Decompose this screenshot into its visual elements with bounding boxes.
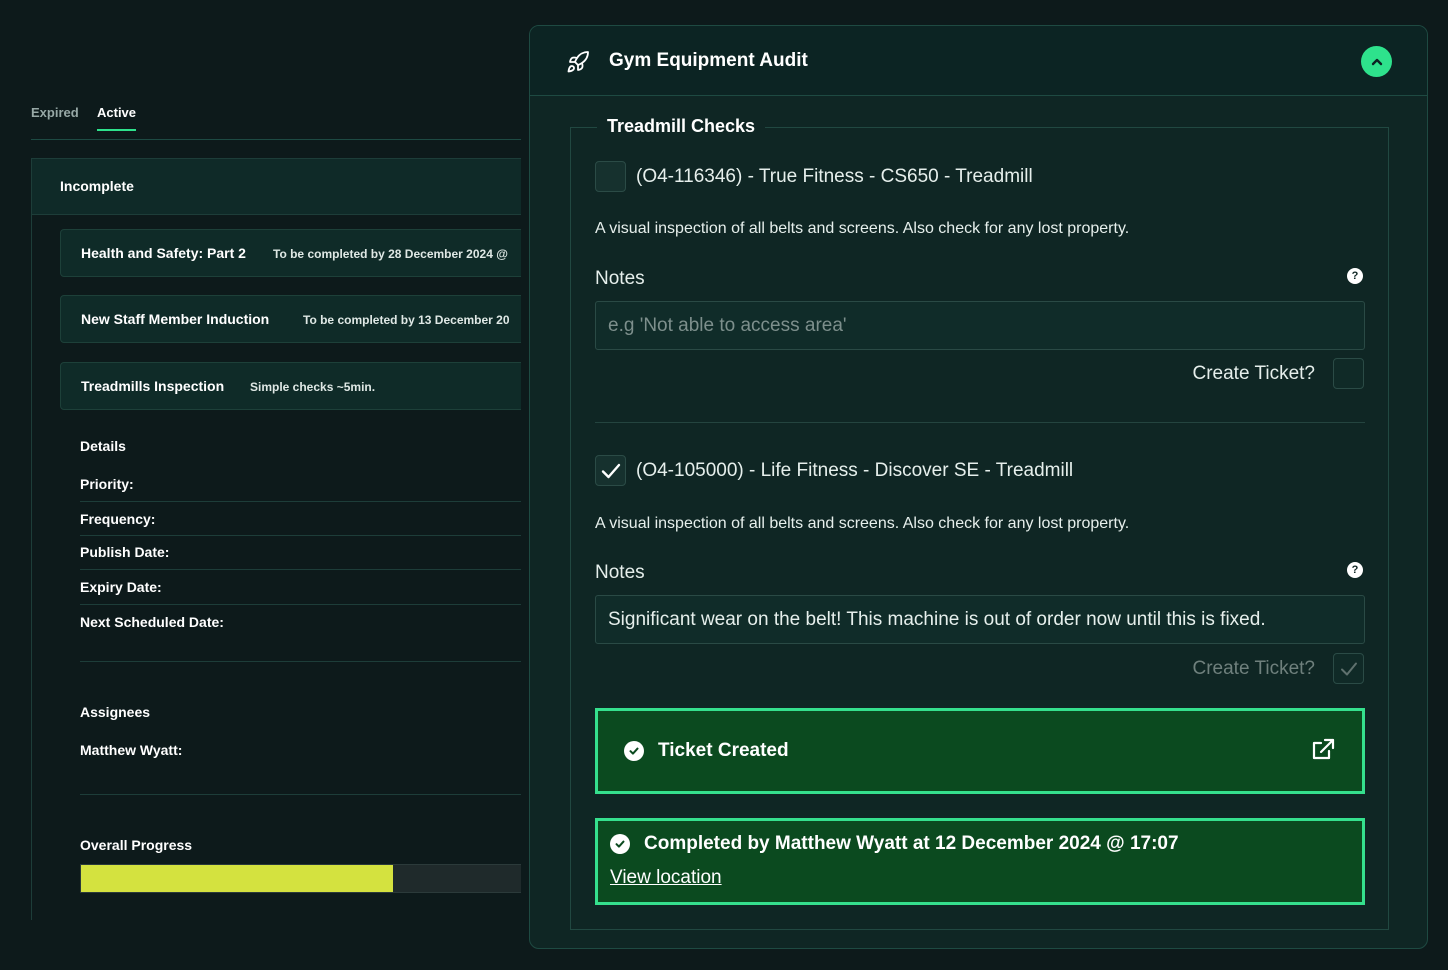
details-heading: Details	[80, 438, 126, 454]
check-item: (O4-105000) - Life Fitness - Discover SE…	[595, 455, 1073, 486]
task-title: New Staff Member Induction	[81, 311, 270, 327]
create-ticket-row: Create Ticket?	[1192, 358, 1364, 389]
task-title: Health and Safety: Part 2	[81, 245, 246, 261]
audit-title: Gym Equipment Audit	[609, 50, 808, 71]
divider	[80, 604, 521, 605]
treadmill-checks-section: Treadmill Checks (O4-116346) - True Fitn…	[570, 116, 1389, 930]
next-scheduled-date-label: Next Scheduled Date:	[80, 614, 224, 630]
assignees-heading: Assignees	[80, 704, 151, 720]
task-title: Treadmills Inspection	[81, 378, 225, 394]
task-list-panel: Incomplete Health and Safety: Part 2 To …	[31, 158, 521, 920]
completion-row: Completed by Matthew Wyatt at 12 Decembe…	[610, 833, 1362, 855]
item-title: (O4-116346) - True Fitness - CS650 - Tre…	[636, 165, 1033, 187]
audit-panel: Gym Equipment Audit Treadmill Checks (O4…	[529, 25, 1428, 949]
status-tabs: Expired Active	[31, 100, 521, 140]
section-title: Treadmill Checks	[597, 116, 766, 137]
item-title: (O4-105000) - Life Fitness - Discover SE…	[636, 459, 1074, 481]
help-icon[interactable]: ?	[1347, 268, 1363, 284]
ticket-created-banner: Ticket Created	[595, 708, 1365, 794]
task-item-staff-induction[interactable]: New Staff Member Induction To be complet…	[60, 295, 521, 343]
completed-by-text: Completed by Matthew Wyatt at 12 Decembe…	[644, 833, 1179, 854]
divider	[80, 794, 521, 795]
create-ticket-checkbox[interactable]	[1333, 358, 1364, 389]
task-due-date: To be completed by 28 December 2024 @	[273, 247, 508, 261]
audit-panel-header: Gym Equipment Audit	[530, 26, 1427, 96]
overall-progress-bar	[80, 864, 521, 893]
create-ticket-row: Create Ticket?	[1192, 653, 1364, 684]
task-item-health-safety[interactable]: Health and Safety: Part 2 To be complete…	[60, 229, 521, 277]
create-ticket-label: Create Ticket?	[1192, 362, 1316, 384]
check-item: (O4-116346) - True Fitness - CS650 - Tre…	[595, 161, 1033, 192]
divider	[80, 569, 521, 570]
item-description: A visual inspection of all belts and scr…	[595, 515, 1130, 532]
item-checkbox[interactable]	[595, 455, 626, 486]
frequency-label: Frequency:	[80, 511, 156, 527]
expiry-date-label: Expiry Date:	[80, 579, 162, 595]
task-description: Simple checks ~5min.	[250, 380, 376, 394]
chevron-up-icon	[1371, 58, 1382, 65]
task-item-treadmills-inspection[interactable]: Treadmills Inspection Simple checks ~5mi…	[60, 362, 521, 410]
publish-date-label: Publish Date:	[80, 544, 170, 560]
checkmark-icon	[1340, 662, 1357, 675]
completion-banner: Completed by Matthew Wyatt at 12 Decembe…	[595, 818, 1365, 905]
item-checkbox[interactable]	[595, 161, 626, 192]
item-divider	[595, 422, 1365, 423]
divider	[80, 501, 521, 502]
tab-expired[interactable]: Expired	[31, 105, 79, 120]
incomplete-section-header[interactable]: Incomplete	[32, 159, 521, 215]
progress-fill	[81, 865, 394, 892]
divider	[80, 661, 521, 662]
tab-active[interactable]: Active	[97, 105, 137, 131]
check-circle-icon	[610, 834, 630, 854]
notes-input[interactable]	[595, 301, 1365, 350]
rocket-icon	[567, 51, 589, 73]
checkmark-icon	[601, 463, 620, 478]
collapse-button[interactable]	[1361, 46, 1392, 77]
check-circle-icon	[624, 741, 644, 761]
divider	[80, 535, 521, 536]
notes-label: Notes	[595, 562, 645, 583]
help-icon[interactable]: ?	[1347, 562, 1363, 578]
notes-label: Notes	[595, 268, 645, 289]
task-due-date: To be completed by 13 December 20	[303, 313, 510, 327]
create-ticket-checkbox[interactable]	[1333, 653, 1364, 684]
ticket-created-text: Ticket Created	[658, 740, 789, 761]
create-ticket-label: Create Ticket?	[1192, 657, 1316, 679]
view-location-link[interactable]: View location	[610, 867, 722, 888]
external-link-icon[interactable]	[1310, 737, 1336, 763]
overall-progress-label: Overall Progress	[80, 837, 193, 853]
priority-label: Priority:	[80, 476, 134, 492]
assignee-name: Matthew Wyatt:	[80, 742, 183, 758]
item-description: A visual inspection of all belts and scr…	[595, 220, 1130, 237]
notes-input[interactable]	[595, 595, 1365, 644]
